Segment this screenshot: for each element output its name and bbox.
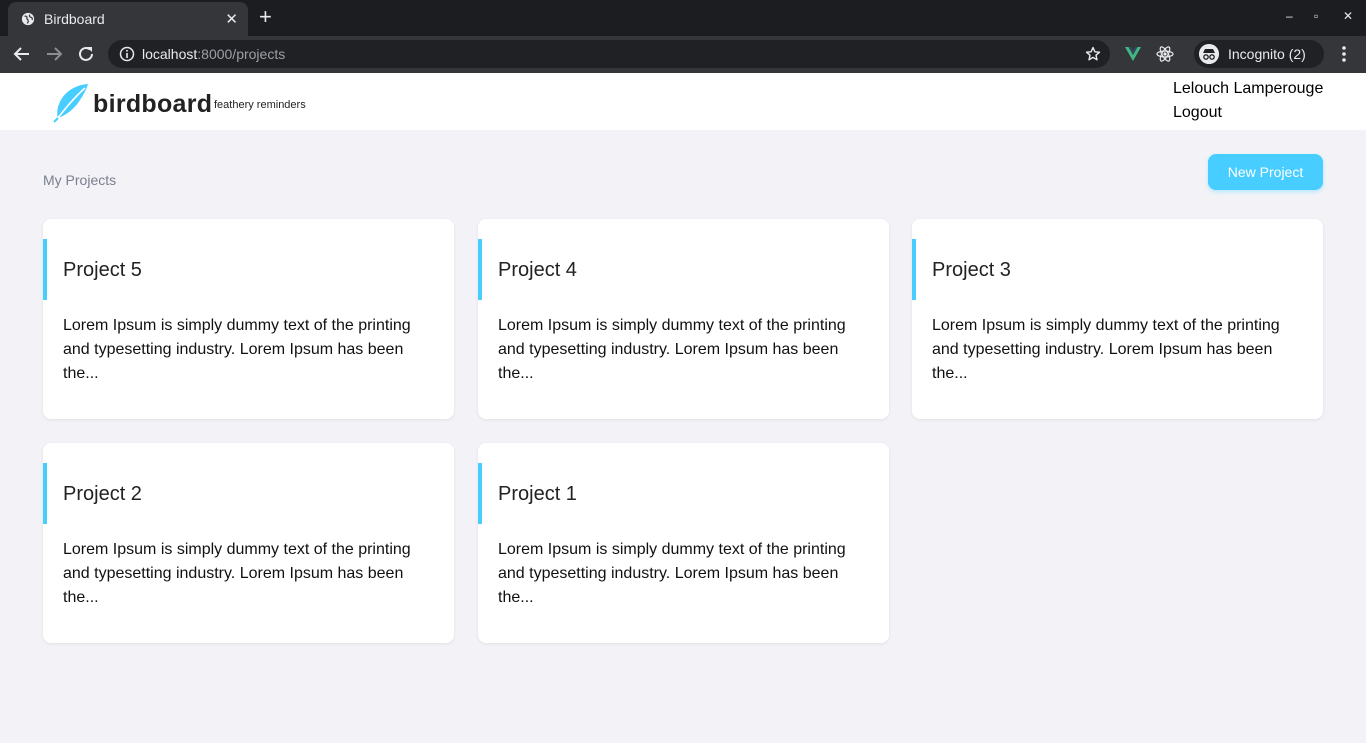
url-host: localhost [142,46,198,62]
back-arrow-icon[interactable] [12,44,32,64]
new-project-button[interactable]: New Project [1208,154,1323,190]
project-description: Lorem Ipsum is simply dummy text of the … [63,317,411,382]
kebab-menu-icon[interactable] [1336,45,1352,63]
browser-toolbar: localhost:8000/projects Incognito (2) [0,36,1366,73]
star-icon[interactable] [1085,46,1101,62]
address-bar[interactable]: localhost:8000/projects [108,40,1110,68]
project-title[interactable]: Project 4 [498,259,577,282]
card-accent-bar [478,239,482,300]
profile-label: Incognito (2) [1228,46,1306,62]
tab-title: Birdboard [44,11,105,27]
card-accent-bar [43,463,47,524]
vue-extension-icon[interactable] [1124,45,1142,63]
user-name: Lelouch Lamperouge [1173,80,1324,97]
tab-close-icon[interactable]: ✕ [225,10,238,28]
url-path: :8000/projects [197,46,286,62]
project-description: Lorem Ipsum is simply dummy text of the … [932,317,1280,382]
new-tab-button[interactable]: + [259,6,272,28]
project-title[interactable]: Project 3 [932,259,1011,282]
brand-tagline: feathery reminders [214,99,306,111]
project-card[interactable]: Project 4 Lorem Ipsum is simply dummy te… [478,219,889,419]
project-title[interactable]: Project 1 [498,483,577,506]
project-title[interactable]: Project 5 [63,259,142,282]
project-description: Lorem Ipsum is simply dummy text of the … [498,541,846,606]
card-accent-bar [478,463,482,524]
browser-tab[interactable]: Birdboard ✕ [8,2,248,36]
close-window-button[interactable]: ✕ [1343,9,1353,23]
info-icon[interactable] [119,46,135,62]
project-card[interactable]: Project 1 Lorem Ipsum is simply dummy te… [478,443,889,643]
minimize-button[interactable]: – [1286,9,1293,23]
card-accent-bar [912,239,916,300]
project-card[interactable]: Project 3 Lorem Ipsum is simply dummy te… [912,219,1323,419]
project-description: Lorem Ipsum is simply dummy text of the … [498,317,846,382]
card-accent-bar [43,239,47,300]
reload-icon[interactable] [76,44,96,64]
forward-arrow-icon[interactable] [44,44,64,64]
project-card[interactable]: Project 5 Lorem Ipsum is simply dummy te… [43,219,454,419]
globe-icon [21,12,35,26]
url-text[interactable]: localhost:8000/projects [142,46,285,62]
maximize-button[interactable]: ▫ [1314,9,1318,23]
incognito-icon [1199,44,1219,64]
page-title: My Projects [43,172,117,188]
browser-tabstrip: Birdboard ✕ + – ▫ ✕ [0,0,1366,36]
brand-name[interactable]: birdboard [93,90,212,119]
incognito-profile-button[interactable]: Incognito (2) [1194,40,1324,68]
logout-link[interactable]: Logout [1173,104,1222,122]
react-extension-icon[interactable] [1156,45,1174,63]
project-description: Lorem Ipsum is simply dummy text of the … [63,541,411,606]
project-title[interactable]: Project 2 [63,483,142,506]
app-header: birdboard feathery reminders Lelouch Lam… [0,73,1366,130]
project-card[interactable]: Project 2 Lorem Ipsum is simply dummy te… [43,443,454,643]
feather-logo-icon[interactable] [52,83,90,123]
